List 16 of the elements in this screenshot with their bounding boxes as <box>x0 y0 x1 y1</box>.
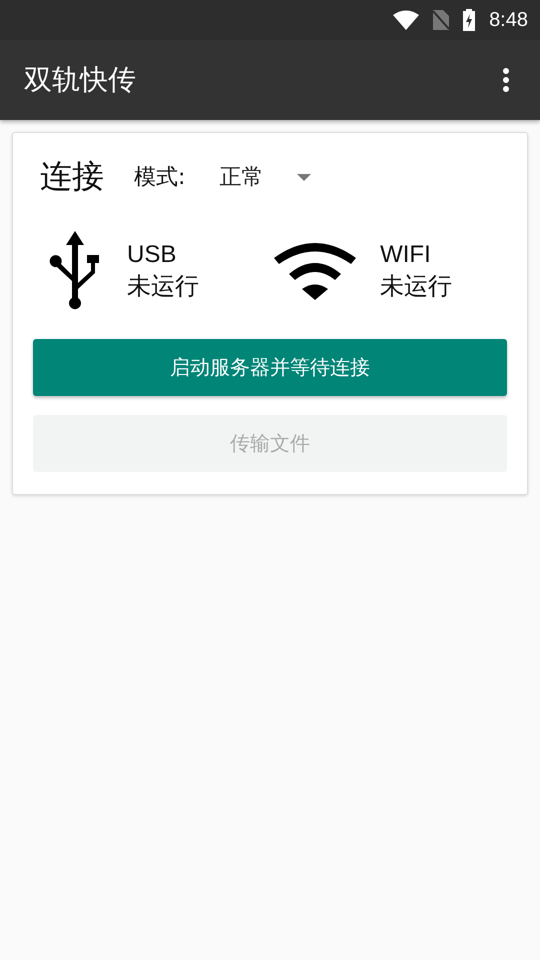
dropdown-caret-icon <box>297 174 312 180</box>
connection-name: USB <box>127 240 178 270</box>
card-title: 连接 <box>40 156 104 197</box>
start-server-button[interactable]: 启动服务器并等待连接 <box>33 339 507 396</box>
clock-time: 8:48 <box>489 8 528 32</box>
app-title: 双轨快传 <box>24 62 136 98</box>
connection-name: WIFI <box>380 240 432 270</box>
more-options-icon[interactable] <box>502 67 510 93</box>
no-sim-icon <box>433 10 450 30</box>
wifi-signal-icon <box>393 10 420 30</box>
mode-dropdown[interactable]: 正常 <box>215 158 316 196</box>
connection-status: 未运行 <box>127 272 199 302</box>
mode-label: 模式: <box>134 164 186 192</box>
connection-status: 未运行 <box>380 272 452 302</box>
wifi-icon <box>274 242 356 300</box>
battery-charging-icon <box>463 9 476 31</box>
